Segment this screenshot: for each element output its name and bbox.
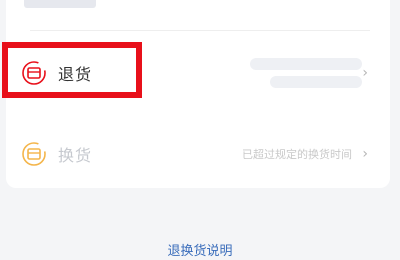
chevron-right-icon: › bbox=[362, 65, 368, 81]
chevron-right-icon: › bbox=[362, 146, 368, 162]
blurred-return-note bbox=[242, 52, 362, 92]
section-divider bbox=[30, 30, 370, 31]
return-icon bbox=[20, 59, 48, 87]
previous-item-stub bbox=[24, 0, 96, 8]
exchange-note: 已超过规定的换货时间 bbox=[242, 148, 352, 161]
return-exchange-info-link[interactable]: 退换货说明 bbox=[0, 240, 400, 259]
return-label: 退货 bbox=[58, 65, 93, 84]
exchange-row[interactable]: 换货 已超过规定的换货时间 › bbox=[6, 125, 390, 183]
exchange-icon bbox=[20, 140, 48, 168]
exchange-label: 换货 bbox=[58, 146, 93, 165]
